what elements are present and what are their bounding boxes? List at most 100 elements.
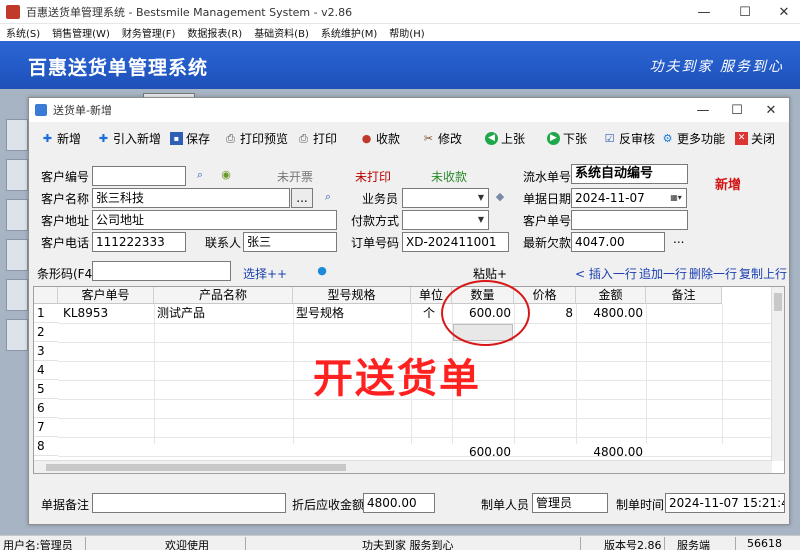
footer-row: 单据备注 折后应收金额 4800.00 制单人员 管理员 制单时间 2024-1…: [29, 492, 789, 514]
side-nav-button[interactable]: [6, 319, 28, 351]
debt-more-button[interactable]: ...: [673, 232, 684, 246]
search-icon[interactable]: ⌕: [319, 189, 337, 207]
receive-payment-button[interactable]: ● 收款: [360, 126, 400, 150]
status-user: 用户名:管理员: [3, 539, 73, 550]
menu-item[interactable]: 系统(S): [0, 25, 46, 40]
customer-name-label: 客户名称: [41, 192, 90, 206]
payment-method-label: 付款方式: [351, 214, 400, 228]
table-cell-spec[interactable]: 型号规格: [293, 305, 411, 322]
new-button[interactable]: ✚ 新增: [41, 126, 81, 150]
side-nav-button[interactable]: [6, 119, 28, 151]
status-slogan: 功夫到家 服务到心: [362, 539, 454, 550]
mode-label: 新增: [715, 178, 742, 193]
save-button[interactable]: ▪ 保存: [170, 126, 210, 150]
append-row-button[interactable]: 追加一行: [639, 265, 687, 282]
customer-address-label: 客户地址: [41, 214, 90, 228]
globe-icon[interactable]: ●: [313, 263, 331, 281]
side-nav-button[interactable]: [6, 159, 28, 191]
arrow-left-icon: ◀: [485, 131, 498, 145]
more-functions-button[interactable]: ⚙ 更多功能: [661, 126, 725, 150]
order-no-input[interactable]: XD-202411001: [402, 232, 509, 252]
row-number: 7: [34, 418, 58, 437]
row-number: 6: [34, 399, 58, 418]
save-icon: ▪: [170, 131, 183, 145]
barcode-label: 条形码(F4): [37, 267, 97, 281]
column-header[interactable]: 金额: [576, 287, 646, 304]
customer-picker-button[interactable]: ...: [291, 188, 313, 208]
horizontal-scrollbar[interactable]: [34, 460, 772, 473]
menu-item[interactable]: 财务管理(F): [116, 25, 182, 40]
table-cell-product[interactable]: 测试产品: [154, 305, 293, 322]
modify-button[interactable]: ✂ 修改: [422, 126, 462, 150]
row-number: 2: [34, 323, 58, 342]
menu-item[interactable]: 帮助(H): [383, 25, 430, 40]
table-cell-customer-no[interactable]: KL8953: [60, 305, 152, 322]
close-button[interactable]: ✕ 关闭: [735, 126, 775, 150]
previous-button[interactable]: ◀ 上张: [485, 126, 525, 150]
scroll-thumb[interactable]: [774, 293, 782, 311]
status-welcome: 欢迎使用: [165, 539, 209, 550]
payment-method-select[interactable]: ▼: [402, 210, 489, 230]
refresh-icon[interactable]: ◉: [217, 167, 235, 185]
created-time-field: 2024-11-07 15:21:45: [665, 493, 785, 513]
dialog-maximize-icon[interactable]: ☐: [723, 98, 751, 122]
users-icon[interactable]: ◆: [491, 189, 509, 207]
app-window-title: 百惠送货单管理系统 - Bestsmile Management System …: [26, 5, 353, 19]
customer-code-input[interactable]: [92, 166, 186, 186]
close-icon[interactable]: ✕: [770, 0, 798, 24]
grid-line: [154, 304, 155, 444]
side-nav-button[interactable]: [6, 279, 28, 311]
dialog-minimize-icon[interactable]: —: [689, 98, 717, 122]
side-nav-button[interactable]: [6, 239, 28, 271]
column-header[interactable]: 型号规格: [293, 287, 411, 304]
grid-line: [58, 437, 774, 438]
dialog-close-icon[interactable]: ✕: [757, 98, 785, 122]
customer-address-input[interactable]: 公司地址: [92, 210, 337, 230]
barcode-input[interactable]: [92, 261, 231, 281]
maximize-icon[interactable]: ☐: [731, 0, 759, 24]
unapprove-button[interactable]: ☑ 反审核: [603, 126, 655, 150]
gear-icon: ⚙: [662, 131, 673, 145]
side-nav-button[interactable]: [6, 199, 28, 231]
created-time-label: 制单时间: [616, 498, 665, 512]
grid-line: [293, 304, 294, 444]
print-status: 未打印: [355, 170, 392, 184]
menu-item[interactable]: 数据报表(R): [181, 25, 248, 40]
order-no-label: 订单号码: [351, 236, 400, 250]
grid-line: [58, 323, 774, 324]
column-header[interactable]: 客户单号: [58, 287, 154, 304]
menu-item[interactable]: 系统维护(M): [315, 25, 383, 40]
import-new-button[interactable]: ✚ 引入新增: [97, 126, 161, 150]
scroll-thumb[interactable]: [46, 464, 346, 471]
printer-icon: ⎙: [299, 131, 308, 145]
copy-row-button[interactable]: 复制上行: [739, 265, 787, 282]
grid-line: [58, 342, 774, 343]
discount-amount-input[interactable]: 4800.00: [363, 493, 435, 513]
contact-input[interactable]: 张三: [243, 232, 337, 252]
latest-debt-field: 4047.00: [571, 232, 665, 252]
customer-phone-input[interactable]: 111222333: [92, 232, 186, 252]
select-product-button[interactable]: 选择++: [243, 265, 287, 282]
print-preview-button[interactable]: ⎙ 打印预览: [224, 126, 288, 150]
column-header[interactable]: 产品名称: [154, 287, 293, 304]
insert-row-button[interactable]: < 插入一行: [575, 265, 637, 282]
table-cell-note[interactable]: [646, 305, 722, 322]
delete-row-button[interactable]: 删除一行: [689, 265, 737, 282]
salesperson-select[interactable]: ▼: [402, 188, 489, 208]
column-header[interactable]: 备注: [646, 287, 722, 304]
table-cell-amount[interactable]: 4800.00: [576, 305, 646, 322]
customer-order-input[interactable]: [571, 210, 688, 230]
vertical-scrollbar[interactable]: [771, 287, 784, 461]
search-icon[interactable]: ⌕: [191, 167, 209, 185]
doc-date-picker[interactable]: 2024-11-07 ▦▾: [571, 188, 687, 208]
next-button[interactable]: ▶ 下张: [547, 126, 587, 150]
status-divider: [85, 537, 86, 550]
customer-name-input[interactable]: 张三科技: [92, 188, 290, 208]
print-button[interactable]: ⎙ 打印: [297, 126, 337, 150]
remark-input[interactable]: [92, 493, 286, 513]
status-divider: [664, 537, 665, 550]
menu-item[interactable]: 基础资料(B): [248, 25, 315, 40]
menu-item[interactable]: 销售管理(W): [46, 25, 116, 40]
minimize-icon[interactable]: —: [690, 0, 718, 24]
dialog-titlebar: 送货单-新增 — ☐ ✕: [29, 98, 789, 122]
